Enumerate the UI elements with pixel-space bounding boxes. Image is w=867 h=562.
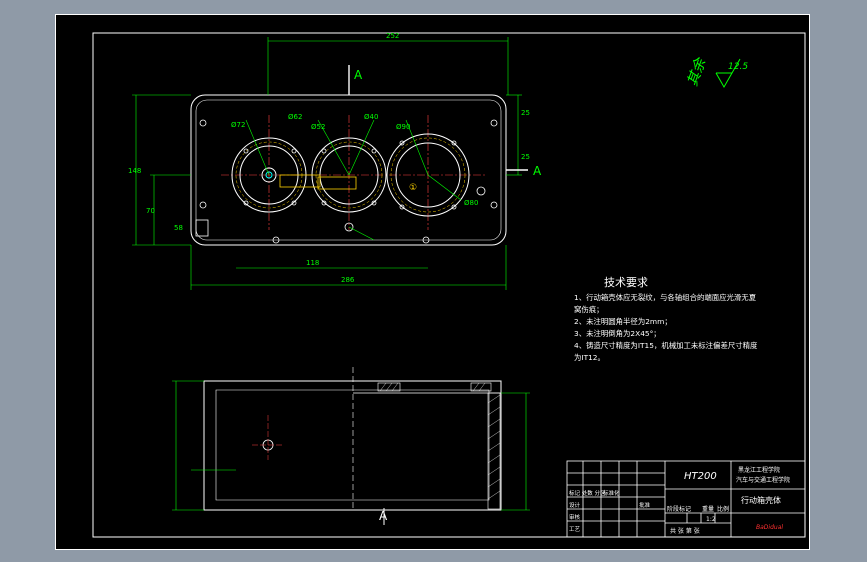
hole-label-6: Ø80 xyxy=(464,199,478,207)
dim-right-small: 25 xyxy=(521,109,530,117)
dim-left-mid: 70 xyxy=(146,207,155,215)
dim-top-overall: 252 xyxy=(386,32,399,40)
hole-label-5: Ø90 xyxy=(396,123,410,131)
title-brand: BaDidual xyxy=(756,524,783,531)
title-std-label: 标准化 xyxy=(603,489,620,497)
title-approve-label: 批准 xyxy=(639,501,651,509)
roughness-note: 其余 xyxy=(685,55,710,89)
top-view xyxy=(132,37,528,290)
dim-bottom-mid: 118 xyxy=(306,259,319,267)
tech-req-line-3: 2、未注明圆角半径为2mm； xyxy=(574,317,672,326)
tech-req-line-1: 1、行动箱壳体应无裂纹，与各轴组合的端面应光滑无夏 xyxy=(574,293,757,302)
hatch-lines xyxy=(379,382,501,500)
section-dimensions xyxy=(172,380,530,511)
dim-right-mid: 25 xyxy=(521,153,530,161)
hole-label-3: Ø52 xyxy=(311,123,325,131)
roughness-value: 12.5 xyxy=(728,62,748,72)
title-sheet: 共 张 第 张 xyxy=(670,527,700,535)
title-stage-label: 阶段标记 xyxy=(667,505,691,513)
hole-label-2: Ø62 xyxy=(288,113,302,121)
tech-req-line-6: 为IT12。 xyxy=(574,353,605,362)
dim-overall-width: 286 xyxy=(341,276,355,284)
title-part-name: 行动箱壳体 xyxy=(741,495,781,505)
hatched-wall-right xyxy=(487,392,501,510)
title-material: HT200 xyxy=(684,471,717,482)
title-row-3: 审核 xyxy=(569,513,581,521)
title-school-1: 黑龙江工程学院 xyxy=(738,466,780,474)
title-school-2: 汽车与交通工程学院 xyxy=(736,476,790,484)
dim-left-height: 148 xyxy=(128,167,141,175)
section-outline xyxy=(203,380,502,511)
side-boss xyxy=(195,219,209,237)
cad-drawing: A A 252 286 148 70 58 118 25 25 Ø72 Ø62 … xyxy=(92,32,806,538)
title-scale: 1:2 xyxy=(706,516,716,523)
title-row-4: 工艺 xyxy=(569,526,581,533)
tech-req-title: 技术要求 xyxy=(604,276,648,289)
title-scale-label: 比例 xyxy=(717,505,729,513)
tolerance-frame-2 xyxy=(317,176,357,190)
drawing-sheet: A A 252 286 148 70 58 118 25 25 Ø72 Ø62 … xyxy=(55,14,810,550)
tolerance-frame-1 xyxy=(279,174,321,188)
tech-req-line-2: 窝伤痕； xyxy=(574,305,604,314)
title-weight-label: 重量 xyxy=(702,505,714,513)
dim-left-low: 58 xyxy=(174,224,183,232)
hole-label-4: Ø40 xyxy=(364,113,378,121)
section-view: A xyxy=(172,367,530,525)
title-row-2: 设计 xyxy=(569,501,581,509)
tech-req-line-5: 4、铸造尺寸精度为IT15，机械加工未标注偏差尺寸精度 xyxy=(574,341,758,350)
hole-label-1: Ø72 xyxy=(231,121,245,129)
tech-req-line-4: 3、未注明倒角为2X45°； xyxy=(574,329,661,338)
datum-symbol: ① xyxy=(409,183,417,193)
housing-outline xyxy=(190,94,507,246)
title-row-1: 标记 处数 分区 xyxy=(569,489,606,497)
section-label-right: A xyxy=(533,164,542,178)
section-label-top: A xyxy=(354,68,363,82)
